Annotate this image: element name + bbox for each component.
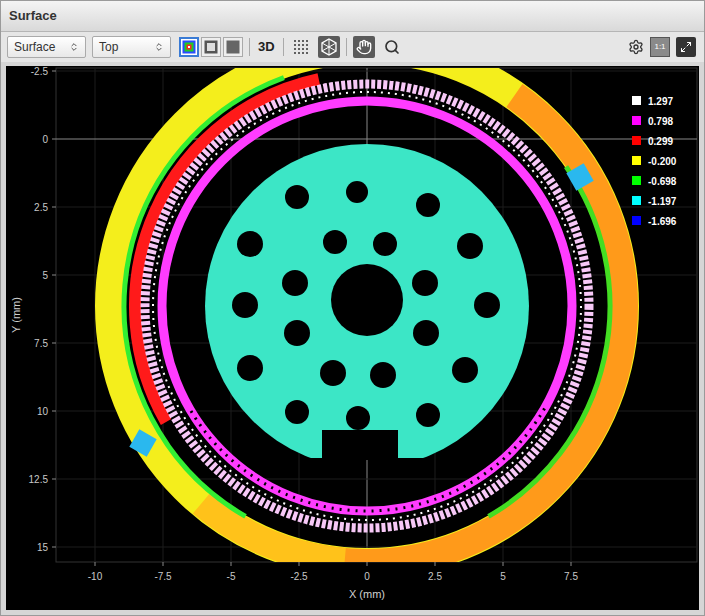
- legend-item: -1.197: [632, 196, 677, 207]
- display-mode-button[interactable]: [179, 37, 199, 57]
- actual-size-button[interactable]: 1:1: [650, 37, 670, 57]
- mesh-icon: [320, 38, 338, 56]
- svg-text:0.798: 0.798: [648, 116, 673, 127]
- svg-text:-0.698: -0.698: [648, 176, 677, 187]
- toolbar: Surface Top 3D 1:1: [1, 32, 704, 62]
- surface-image: [110, 68, 624, 562]
- legend-item: -0.200: [632, 156, 677, 167]
- points-button[interactable]: [290, 36, 312, 58]
- svg-text:-2.5: -2.5: [290, 571, 308, 582]
- svg-text:7.5: 7.5: [564, 571, 578, 582]
- zoom-button[interactable]: [381, 36, 403, 58]
- svg-text:-5: -5: [227, 571, 236, 582]
- x-tick: 2.5: [428, 562, 442, 582]
- x-tick: -10: [88, 562, 103, 582]
- separator: [283, 38, 284, 56]
- legend-item: -0.698: [632, 176, 677, 187]
- svg-text:-2.5: -2.5: [31, 66, 49, 77]
- x-tick: 0: [364, 562, 370, 582]
- legend-item: 0.299: [632, 136, 673, 147]
- x-tick: -7.5: [154, 562, 172, 582]
- points-icon: [293, 39, 309, 55]
- svg-text:0.299: 0.299: [648, 136, 673, 147]
- y-tick: -2.5: [31, 66, 56, 77]
- svg-text:7.5: 7.5: [34, 338, 48, 349]
- svg-text:0: 0: [364, 571, 370, 582]
- svg-text:12.5: 12.5: [29, 474, 49, 485]
- separator: [249, 38, 250, 56]
- x-tick: 5: [500, 562, 506, 582]
- y-tick: 5: [42, 270, 56, 281]
- svg-text:-1.197: -1.197: [648, 196, 677, 207]
- x-tick: 7.5: [564, 562, 578, 582]
- svg-text:1.297: 1.297: [648, 96, 673, 107]
- view-select[interactable]: Surface: [7, 36, 86, 58]
- svg-text:2.5: 2.5: [34, 202, 48, 213]
- svg-text:2.5: 2.5: [428, 571, 442, 582]
- y-tick: 2.5: [34, 202, 56, 213]
- mesh-button[interactable]: [318, 36, 340, 58]
- svg-text:5: 5: [42, 270, 48, 281]
- window-title: Surface: [9, 6, 57, 26]
- display-mode-button[interactable]: [201, 37, 221, 57]
- title-bar: Surface: [1, 1, 704, 32]
- x-tick: -2.5: [290, 562, 308, 582]
- dropdown-arrow-icon: [154, 42, 164, 52]
- legend-item: 1.297: [632, 96, 673, 107]
- part-disc: [205, 144, 529, 468]
- dropdown-arrow-icon: [69, 42, 79, 52]
- heightmap-icon: [182, 40, 196, 54]
- 3d-button[interactable]: 3D: [256, 37, 277, 57]
- x-tick: -5: [227, 562, 236, 582]
- svg-text:0: 0: [42, 134, 48, 145]
- fullscreen-button[interactable]: [676, 37, 696, 57]
- plot-panel: -2.5 0 2.5 5 7.5 10 12.5 15 -10 -7.5 -5 -2.5 0 2.5 5 7.…: [6, 66, 699, 610]
- expand-icon: [680, 41, 692, 53]
- surface-window: Surface Surface Top 3D 1:1 -2.5 0 2.5 5 7.5 10 12.5…: [0, 0, 705, 616]
- legend: 1.297 0.798 0.299 -0.200 -0.698 -1.197 -1.696: [632, 96, 677, 227]
- y-tick: 7.5: [34, 338, 56, 349]
- surface-chart[interactable]: -2.5 0 2.5 5 7.5 10 12.5 15 -10 -7.5 -5 -2.5 0 2.5 5 7.…: [6, 66, 699, 610]
- y-tick: 10: [37, 406, 56, 417]
- gear-icon[interactable]: [628, 39, 644, 55]
- y-axis-title: Y (mm): [10, 297, 22, 333]
- pan-button[interactable]: [353, 36, 375, 58]
- svg-text:-0.200: -0.200: [648, 156, 677, 167]
- svg-text:-7.5: -7.5: [154, 571, 172, 582]
- separator: [346, 38, 347, 56]
- display-mode-group: [179, 37, 243, 57]
- orientation-select[interactable]: Top: [92, 36, 171, 58]
- svg-text:10: 10: [37, 406, 49, 417]
- svg-text:15: 15: [37, 542, 49, 553]
- hand-icon: [356, 39, 372, 55]
- magnifier-icon: [384, 39, 400, 55]
- display-mode-button[interactable]: [223, 37, 243, 57]
- y-tick: 12.5: [29, 474, 56, 485]
- y-tick: 0: [42, 134, 56, 145]
- intensity-icon: [204, 40, 218, 54]
- x-axis-title: X (mm): [349, 588, 385, 600]
- legend-item: 0.798: [632, 116, 673, 127]
- flat-icon: [226, 40, 240, 54]
- svg-text:-1.696: -1.696: [648, 216, 677, 227]
- svg-text:5: 5: [500, 571, 506, 582]
- svg-text:-10: -10: [88, 571, 103, 582]
- y-tick: 15: [37, 542, 56, 553]
- legend-item: -1.696: [632, 216, 677, 227]
